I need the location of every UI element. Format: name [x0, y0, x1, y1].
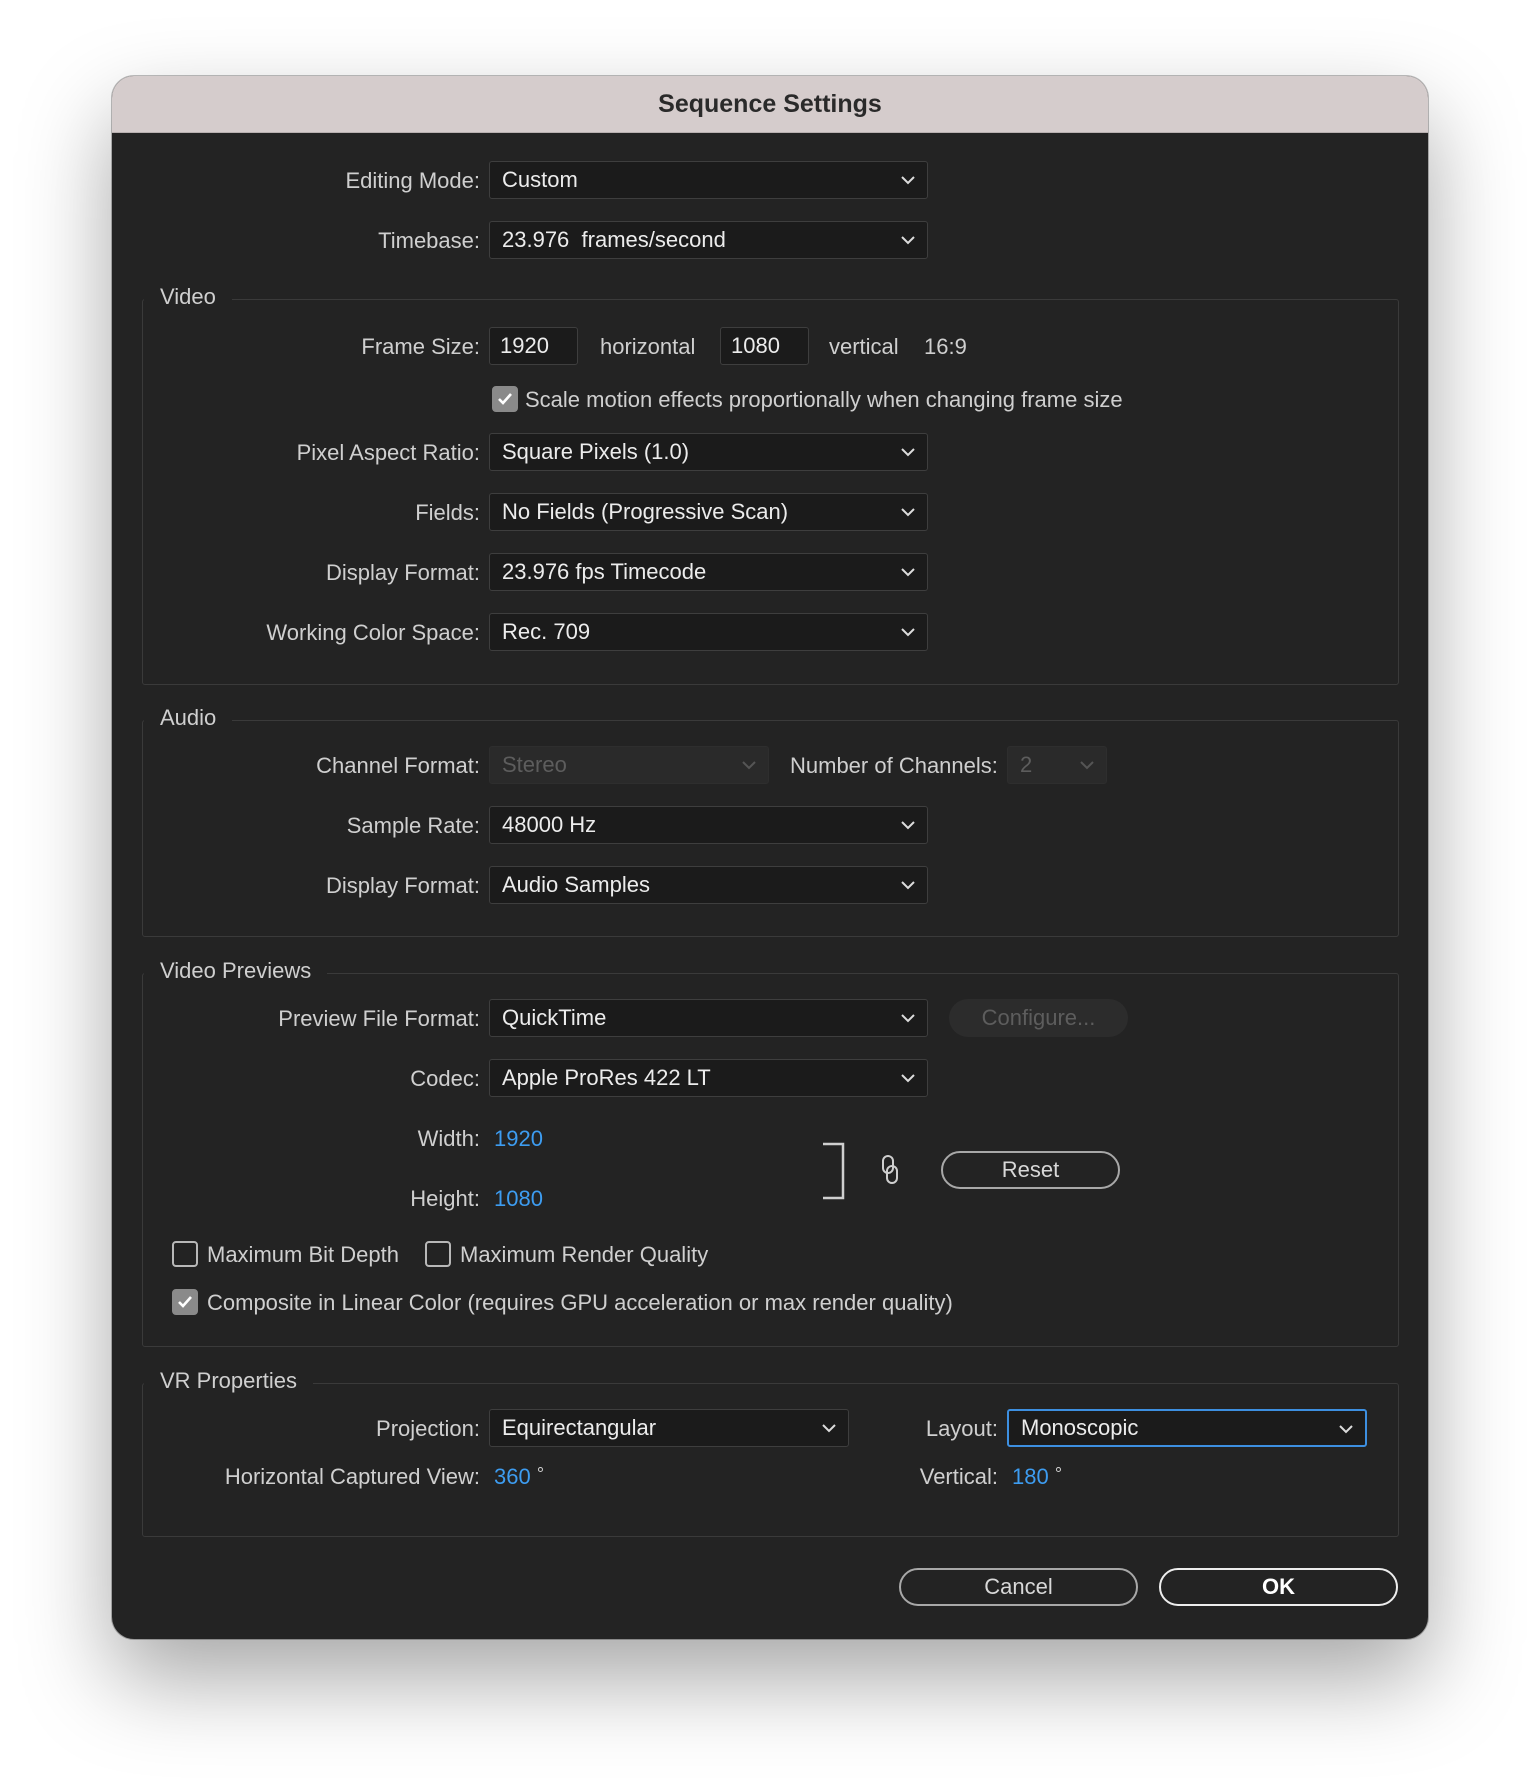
fields-label: Fields: [415, 500, 480, 525]
aspect-ratio-readout: 16:9 [924, 334, 967, 359]
pixel-aspect-ratio-label: Pixel Aspect Ratio: [296, 440, 480, 465]
vertical-label: vertical [829, 334, 899, 359]
frame-width-input[interactable]: 1920 [489, 327, 578, 365]
horizontal-captured-view-readout: 360 ° [494, 1464, 544, 1490]
preview-file-format-label: Preview File Format: [278, 1006, 480, 1031]
horizontal-captured-view-value[interactable]: 360 [494, 1464, 531, 1489]
timebase-label: Timebase: [378, 228, 480, 253]
number-of-channels-label: Number of Channels: [790, 753, 998, 778]
number-of-channels-dropdown[interactable]: 2 [1007, 746, 1107, 784]
ok-button[interactable]: OK [1159, 1568, 1398, 1606]
linear-color-checkbox[interactable] [172, 1289, 198, 1315]
degree-symbol: ° [1054, 1464, 1063, 1484]
channel-format-label: Channel Format: [316, 753, 480, 778]
max-render-quality-label: Maximum Render Quality [460, 1242, 709, 1267]
pixel-aspect-ratio-dropdown[interactable]: Square Pixels (1.0) [489, 433, 928, 471]
chevron-down-icon [901, 448, 915, 457]
timebase-dropdown[interactable]: 23.976 frames/second [489, 221, 928, 259]
preview-width-value[interactable]: 1920 [494, 1126, 543, 1152]
chevron-down-icon [901, 236, 915, 245]
projection-dropdown[interactable]: Equirectangular [489, 1409, 849, 1447]
video-display-format-value: 23.976 fps Timecode [502, 559, 707, 584]
vr-vertical-value[interactable]: 180 [1012, 1464, 1049, 1489]
editing-mode-label: Editing Mode: [345, 168, 480, 193]
configure-button[interactable]: Configure... [949, 999, 1128, 1037]
chevron-down-icon [1080, 761, 1094, 770]
codec-label: Codec: [410, 1066, 480, 1091]
degree-symbol: ° [536, 1464, 545, 1484]
editing-mode-dropdown[interactable]: Custom [489, 161, 928, 199]
vr-vertical-label: Vertical: [919, 1464, 998, 1489]
sample-rate-label: Sample Rate: [346, 813, 480, 838]
preview-file-format-value: QuickTime [502, 1005, 607, 1030]
layout-dropdown[interactable]: Monoscopic [1007, 1409, 1367, 1447]
video-display-format-dropdown[interactable]: 23.976 fps Timecode [489, 553, 928, 591]
chevron-down-icon [901, 568, 915, 577]
video-previews-group-title: Video Previews [144, 958, 328, 984]
link-chain-icon[interactable] [879, 1153, 901, 1187]
codec-dropdown[interactable]: Apple ProRes 422 LT [489, 1059, 928, 1097]
horizontal-label: horizontal [600, 334, 696, 359]
vr-vertical-readout: 180 ° [1012, 1464, 1062, 1490]
editing-mode-value: Custom [502, 167, 578, 192]
fields-dropdown[interactable]: No Fields (Progressive Scan) [489, 493, 928, 531]
dialog-title: Sequence Settings [112, 76, 1428, 133]
sequence-settings-dialog: Sequence Settings Editing Mode: Custom T… [112, 76, 1428, 1639]
frame-size-label: Frame Size: [361, 334, 480, 359]
working-color-space-value: Rec. 709 [502, 619, 591, 644]
working-color-space-label: Working Color Space: [266, 620, 480, 645]
working-color-space-dropdown[interactable]: Rec. 709 [489, 613, 928, 651]
max-render-quality-checkbox[interactable] [425, 1241, 451, 1267]
horizontal-captured-view-label: Horizontal Captured View: [224, 1464, 480, 1489]
cancel-button[interactable]: Cancel [899, 1568, 1138, 1606]
pixel-aspect-ratio-value: Square Pixels (1.0) [502, 439, 690, 464]
sample-rate-value: 48000 Hz [502, 812, 597, 837]
audio-group-title: Audio [144, 705, 233, 731]
video-group-title: Video [144, 284, 232, 310]
chevron-down-icon [901, 821, 915, 830]
preview-height-label: Height: [410, 1186, 480, 1211]
max-bit-depth-checkbox[interactable] [172, 1241, 198, 1267]
chevron-down-icon [901, 508, 915, 517]
fields-value: No Fields (Progressive Scan) [502, 499, 789, 524]
checkmark-icon [178, 1296, 192, 1308]
linear-color-label: Composite in Linear Color (requires GPU … [207, 1290, 953, 1315]
chevron-down-icon [901, 176, 915, 185]
channel-format-value: Stereo [502, 752, 567, 777]
frame-height-input[interactable]: 1080 [720, 327, 809, 365]
number-of-channels-value: 2 [1020, 752, 1033, 777]
projection-value: Equirectangular [502, 1415, 657, 1440]
audio-display-format-value: Audio Samples [502, 872, 650, 897]
scale-motion-label: Scale motion effects proportionally when… [525, 387, 1123, 412]
chevron-down-icon [901, 1074, 915, 1083]
sample-rate-dropdown[interactable]: 48000 Hz [489, 806, 928, 844]
audio-display-format-label: Display Format: [325, 873, 480, 898]
layout-label: Layout: [925, 1416, 998, 1441]
chevron-down-icon [901, 881, 915, 890]
codec-value: Apple ProRes 422 LT [502, 1065, 711, 1090]
checkmark-icon [498, 393, 512, 405]
vr-properties-group [142, 1383, 1399, 1537]
bracket-icon [823, 1142, 845, 1200]
reset-button[interactable]: Reset [941, 1151, 1120, 1189]
channel-format-dropdown[interactable]: Stereo [489, 746, 769, 784]
layout-value: Monoscopic [1021, 1415, 1139, 1440]
chevron-down-icon [901, 628, 915, 637]
chevron-down-icon [1339, 1425, 1353, 1434]
preview-file-format-dropdown[interactable]: QuickTime [489, 999, 928, 1037]
max-bit-depth-label: Maximum Bit Depth [207, 1242, 399, 1267]
preview-width-label: Width: [417, 1126, 480, 1151]
chevron-down-icon [822, 1424, 836, 1433]
chevron-down-icon [901, 1014, 915, 1023]
timebase-value: 23.976 frames/second [502, 227, 726, 252]
projection-label: Projection: [376, 1416, 480, 1441]
vr-properties-group-title: VR Properties [144, 1368, 313, 1394]
chevron-down-icon [742, 761, 756, 770]
audio-display-format-dropdown[interactable]: Audio Samples [489, 866, 928, 904]
scale-motion-checkbox[interactable] [492, 386, 518, 412]
preview-height-value[interactable]: 1080 [494, 1186, 543, 1212]
video-display-format-label: Display Format: [325, 560, 480, 585]
